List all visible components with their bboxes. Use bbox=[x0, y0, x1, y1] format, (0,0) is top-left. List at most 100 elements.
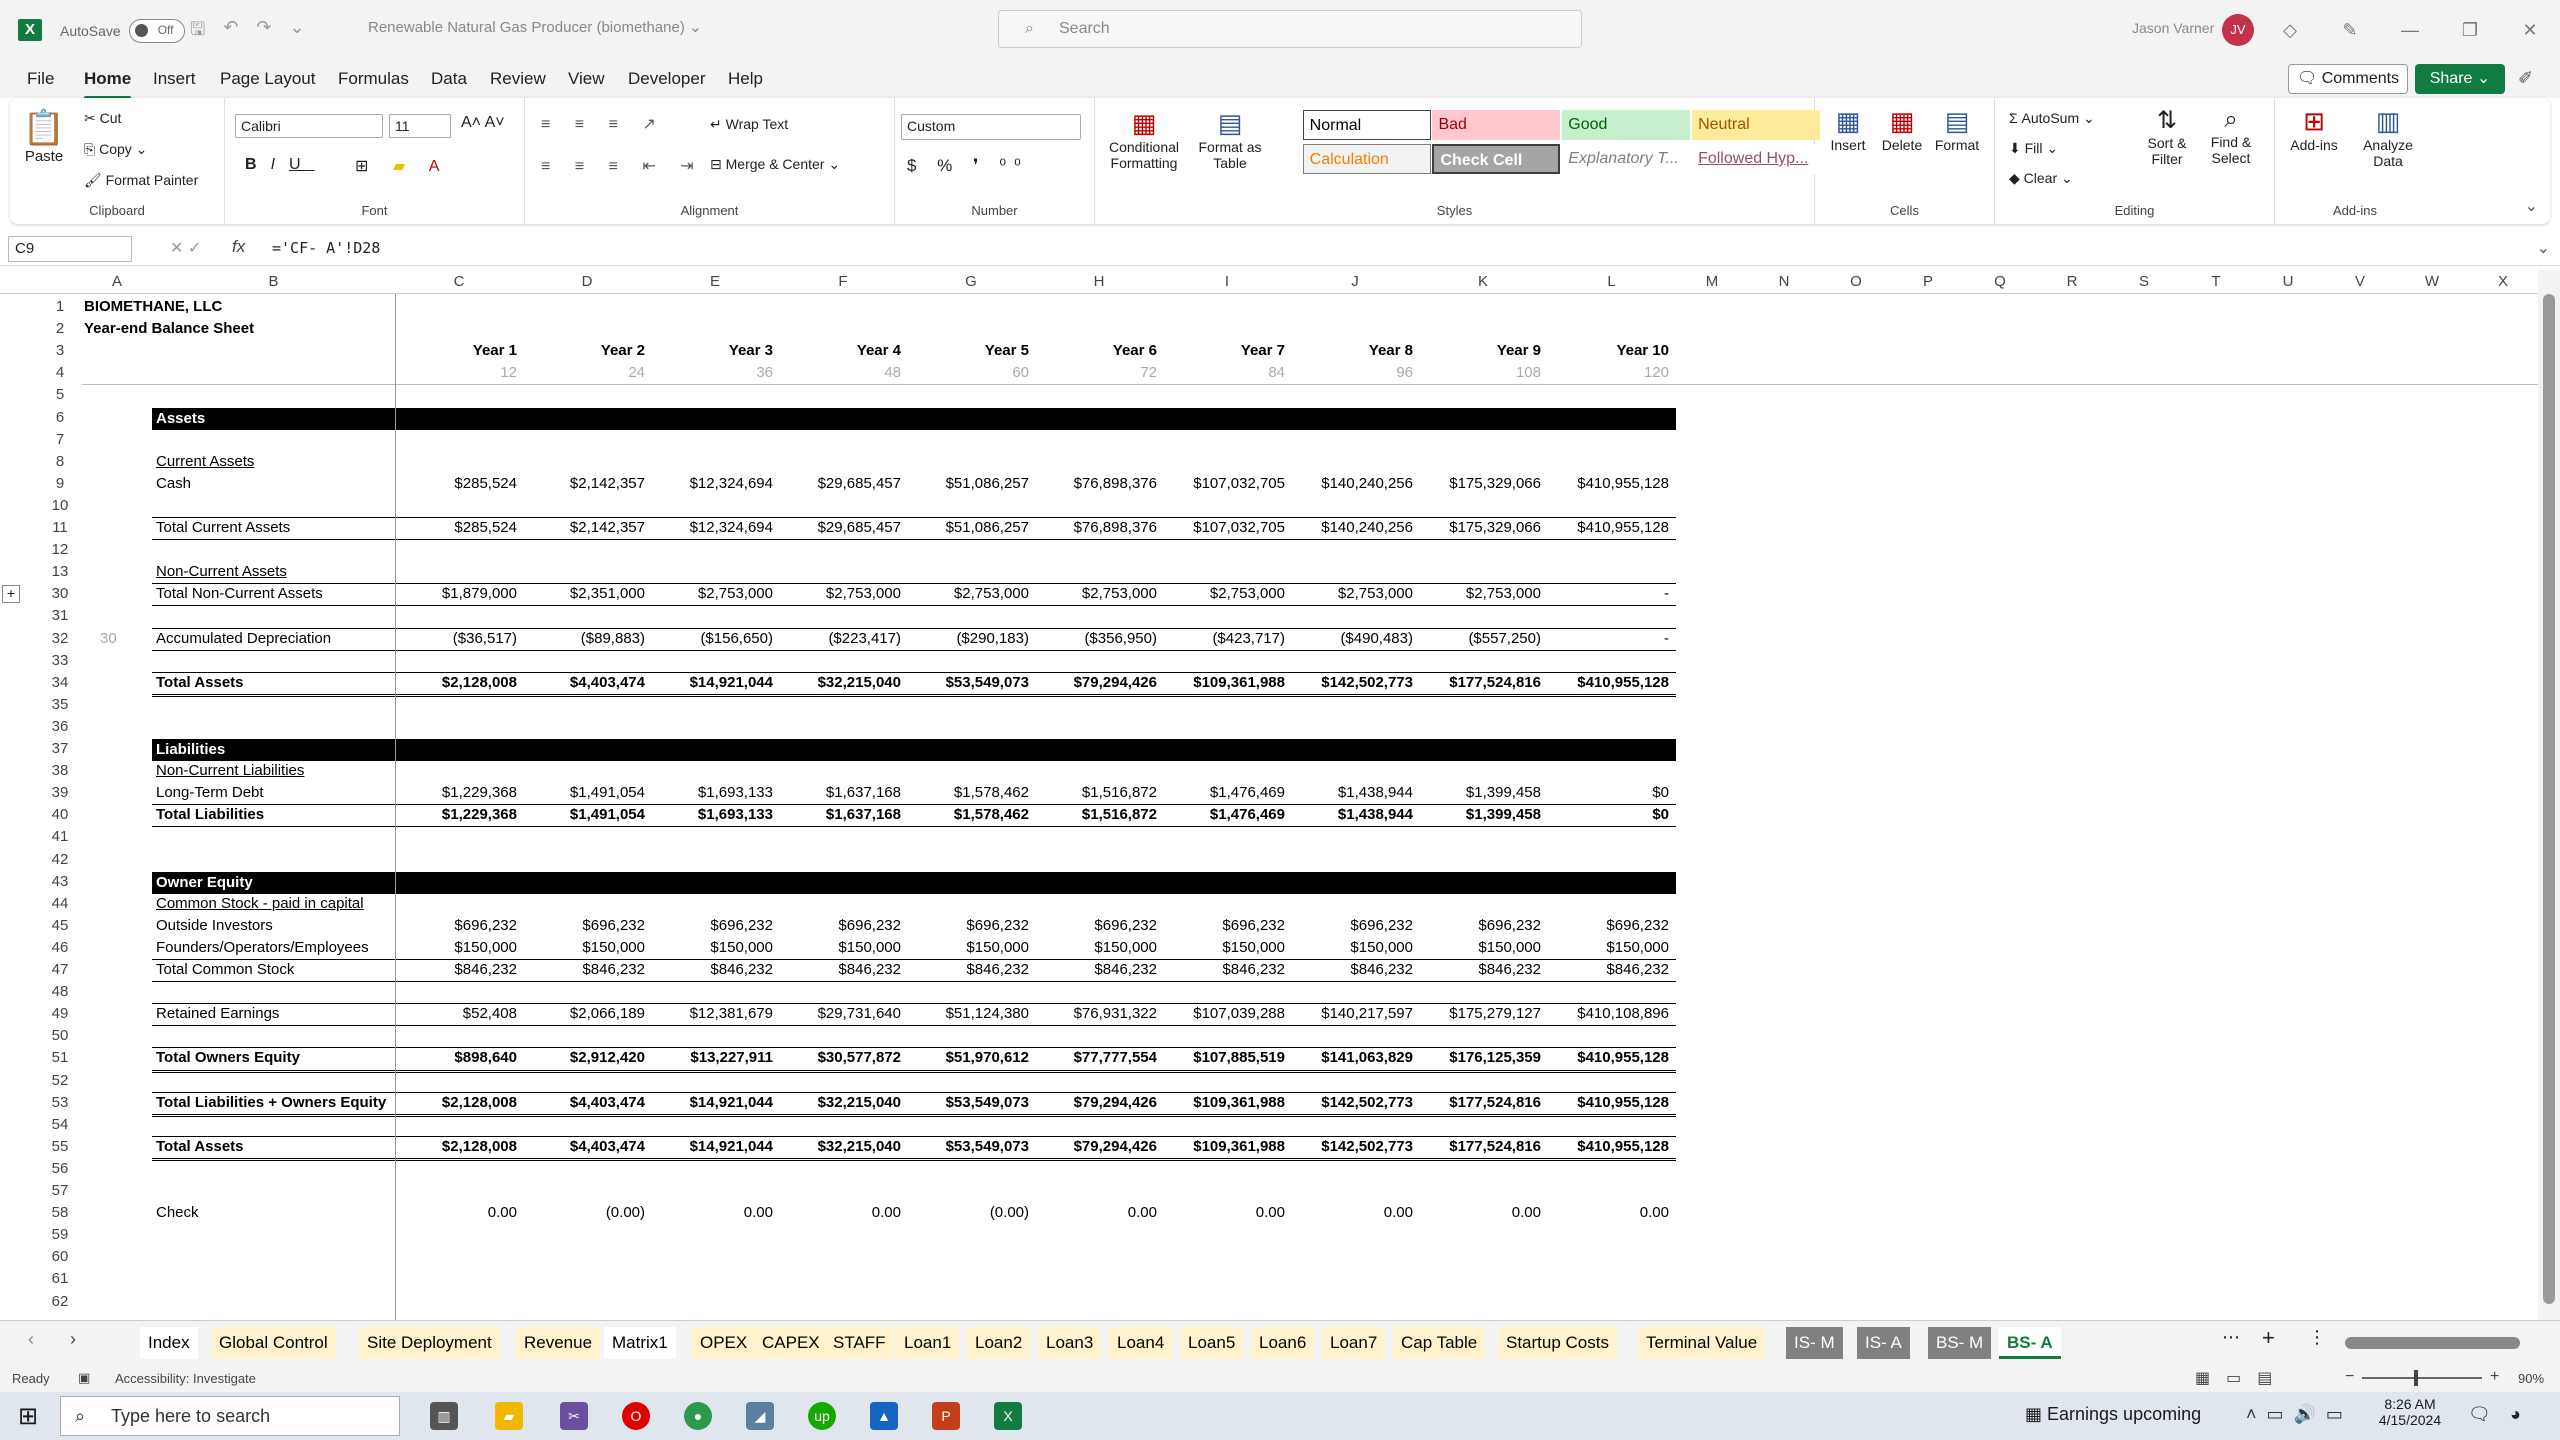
value-cell[interactable]: $2,753,000 bbox=[1291, 585, 1413, 602]
value-cell[interactable]: $142,502,773 bbox=[1291, 1094, 1413, 1111]
value-cell[interactable]: $177,524,816 bbox=[1419, 1138, 1541, 1155]
row-header[interactable]: 4 bbox=[40, 362, 80, 385]
analyze-data-button[interactable]: ▥ Analyze Data bbox=[2353, 106, 2423, 169]
fx-icon[interactable]: fx bbox=[232, 237, 245, 257]
column-header[interactable]: J bbox=[1291, 270, 1419, 294]
cell-style-option[interactable]: Good bbox=[1562, 110, 1691, 140]
format-as-table-button[interactable]: ▤ Format as Table bbox=[1191, 108, 1269, 171]
value-cell[interactable]: $696,232 bbox=[651, 917, 773, 934]
column-header[interactable]: G bbox=[907, 270, 1035, 294]
tab-options-icon[interactable]: ⋮ bbox=[2308, 1327, 2326, 1348]
row-header[interactable]: 41 bbox=[40, 826, 80, 849]
value-cell[interactable]: $29,685,457 bbox=[779, 519, 901, 536]
value-cell[interactable]: $696,232 bbox=[1035, 917, 1157, 934]
value-cell[interactable]: $846,232 bbox=[1419, 961, 1541, 978]
sheet-tab[interactable]: Startup Costs bbox=[1498, 1327, 1617, 1359]
value-cell[interactable]: $2,753,000 bbox=[1163, 585, 1285, 602]
month-number[interactable]: 120 bbox=[1547, 364, 1669, 381]
row-header[interactable]: 31 bbox=[40, 605, 80, 628]
value-cell[interactable]: 0.00 bbox=[395, 1204, 517, 1221]
value-cell[interactable]: $4,403,474 bbox=[523, 674, 645, 691]
task-view-icon[interactable]: ▥ bbox=[430, 1402, 458, 1430]
comments-button[interactable]: 🗨 Comments bbox=[2288, 64, 2408, 94]
value-cell[interactable]: $696,232 bbox=[1419, 917, 1541, 934]
vertical-align-icons[interactable]: ≡ ≡ ≡ ↗ bbox=[541, 114, 666, 134]
value-cell[interactable]: $2,753,000 bbox=[651, 585, 773, 602]
sheet-tab[interactable]: IS- M bbox=[1786, 1327, 1843, 1359]
row-header[interactable]: 43 bbox=[40, 870, 80, 893]
chrome-icon[interactable]: ● bbox=[684, 1402, 712, 1430]
section-title[interactable]: Owner Equity bbox=[156, 874, 253, 891]
value-cell[interactable]: ($423,717) bbox=[1163, 630, 1285, 647]
month-number[interactable]: 84 bbox=[1163, 364, 1285, 381]
row-label[interactable]: Common Stock - paid in capital bbox=[156, 895, 364, 912]
row-header[interactable]: 50 bbox=[40, 1025, 80, 1048]
delete-cells-button[interactable]: ▦ Delete bbox=[1875, 106, 1929, 153]
tab-developer[interactable]: Developer bbox=[628, 69, 706, 89]
value-cell[interactable]: 0.00 bbox=[1035, 1204, 1157, 1221]
value-cell[interactable]: $53,549,073 bbox=[907, 1094, 1029, 1111]
diamond-icon[interactable]: ◇ bbox=[2260, 20, 2320, 41]
value-cell[interactable]: $32,215,040 bbox=[779, 1094, 901, 1111]
row-header[interactable]: 12 bbox=[40, 539, 80, 562]
fill-button[interactable]: ⬇ Fill ⌄ bbox=[2009, 140, 2058, 157]
row-label[interactable]: Total Current Assets bbox=[156, 519, 290, 536]
value-cell[interactable]: $14,921,044 bbox=[651, 674, 773, 691]
value-cell[interactable]: $76,898,376 bbox=[1035, 519, 1157, 536]
row-header[interactable]: 56 bbox=[40, 1157, 80, 1180]
value-cell[interactable]: 0.00 bbox=[779, 1204, 901, 1221]
sheet-tab[interactable]: Loan2 bbox=[967, 1327, 1031, 1359]
value-cell[interactable]: $1,476,469 bbox=[1163, 806, 1285, 823]
value-cell[interactable]: $410,108,896 bbox=[1547, 1005, 1669, 1022]
value-cell[interactable]: $2,753,000 bbox=[779, 585, 901, 602]
sort-filter-button[interactable]: ⇅ Sort & Filter bbox=[2137, 106, 2197, 167]
row-header[interactable]: 42 bbox=[40, 848, 80, 871]
year-header[interactable]: Year 1 bbox=[395, 342, 517, 359]
row-header[interactable]: 52 bbox=[40, 1069, 80, 1092]
row-label[interactable]: Non-Current Assets bbox=[156, 563, 287, 580]
value-cell[interactable]: $1,637,168 bbox=[779, 806, 901, 823]
value-cell[interactable]: $1,516,872 bbox=[1035, 784, 1157, 801]
sheet-tab[interactable]: Site Deployment bbox=[359, 1327, 500, 1359]
year-header[interactable]: Year 2 bbox=[523, 342, 645, 359]
save-icon[interactable]: 🖫 bbox=[190, 17, 205, 47]
find-select-button[interactable]: ⌕ Find & Select bbox=[2199, 106, 2263, 166]
row-header[interactable]: 2 bbox=[40, 318, 80, 341]
column-header[interactable]: N bbox=[1748, 270, 1820, 294]
value-cell[interactable]: 0.00 bbox=[1547, 1204, 1669, 1221]
ribbon-pin-icon[interactable]: ✐ bbox=[2518, 68, 2533, 89]
value-cell[interactable]: $150,000 bbox=[1163, 939, 1285, 956]
value-cell[interactable]: $150,000 bbox=[779, 939, 901, 956]
cell-style-option[interactable]: Followed Hyp... bbox=[1692, 144, 1821, 174]
month-number[interactable]: 36 bbox=[651, 364, 773, 381]
tab-review[interactable]: Review bbox=[490, 69, 546, 89]
row-header[interactable]: 62 bbox=[40, 1290, 80, 1313]
row-label[interactable]: Founders/Operators/Employees bbox=[156, 939, 369, 956]
value-cell[interactable]: $109,361,988 bbox=[1163, 1138, 1285, 1155]
value-cell[interactable]: $2,142,357 bbox=[523, 519, 645, 536]
windows-start-icon[interactable]: ⊞ bbox=[18, 1402, 38, 1431]
column-header[interactable]: U bbox=[2252, 270, 2324, 294]
value-cell[interactable]: $1,438,944 bbox=[1291, 806, 1413, 823]
row-header[interactable]: 51 bbox=[40, 1047, 80, 1070]
sheet-tab[interactable]: Loan6 bbox=[1251, 1327, 1315, 1359]
copilot-icon[interactable]: ◕ bbox=[2510, 1404, 2521, 1425]
value-cell[interactable]: $107,032,705 bbox=[1163, 475, 1285, 492]
column-header[interactable]: H bbox=[1035, 270, 1163, 294]
sheet-tab[interactable]: Loan7 bbox=[1322, 1327, 1386, 1359]
row-header[interactable]: 30 bbox=[40, 583, 80, 606]
value-cell[interactable]: $77,777,554 bbox=[1035, 1049, 1157, 1066]
value-cell[interactable]: $175,279,127 bbox=[1419, 1005, 1541, 1022]
sheet-tab[interactable]: Cap Table bbox=[1393, 1327, 1486, 1359]
value-cell[interactable]: ($223,417) bbox=[779, 630, 901, 647]
row-header[interactable]: 35 bbox=[40, 693, 80, 716]
value-cell[interactable]: $410,955,128 bbox=[1547, 475, 1669, 492]
value-cell[interactable]: $1,438,944 bbox=[1291, 784, 1413, 801]
value-cell[interactable]: $285,524 bbox=[395, 519, 517, 536]
column-header[interactable]: E bbox=[651, 270, 779, 294]
column-header[interactable]: O bbox=[1820, 270, 1892, 294]
name-box[interactable]: C9 bbox=[8, 236, 132, 262]
sheet-tab[interactable]: OPEX bbox=[692, 1327, 756, 1359]
font-grow-shrink[interactable]: A˄ A˅ bbox=[461, 114, 505, 132]
month-number[interactable]: 72 bbox=[1035, 364, 1157, 381]
